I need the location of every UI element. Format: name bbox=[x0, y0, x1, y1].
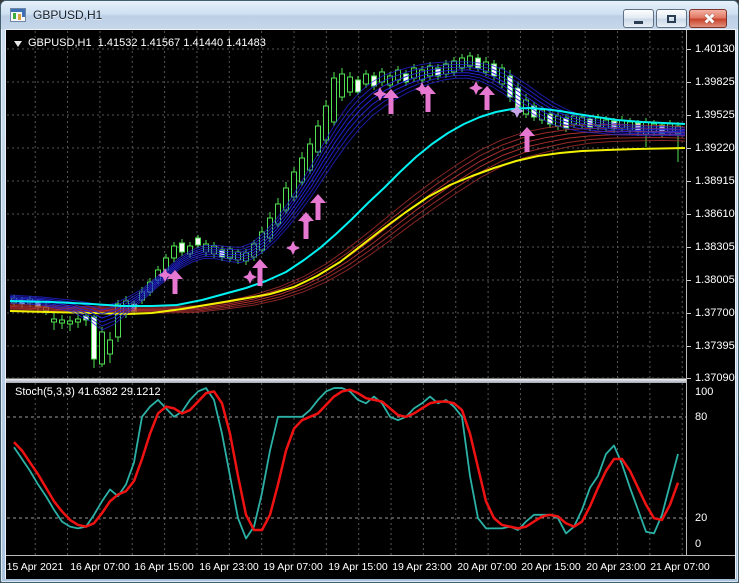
chevron-down-icon[interactable] bbox=[14, 40, 22, 47]
time-axis-label: 16 Apr 15:00 bbox=[134, 561, 194, 573]
candles-layer bbox=[11, 52, 681, 368]
maximize-icon bbox=[667, 14, 676, 23]
price-tick bbox=[687, 378, 691, 379]
chart-window: GBPUSD,H1 GBPUSD,H1 1.41532 1.41567 1.41… bbox=[0, 0, 739, 583]
price-axis-label: 1.38610 bbox=[695, 208, 735, 220]
close-button[interactable] bbox=[689, 9, 727, 28]
time-axis-label: 15 Apr 2021 bbox=[6, 561, 64, 573]
price-tick bbox=[687, 214, 691, 215]
price-tick bbox=[687, 49, 691, 50]
price-tick bbox=[687, 82, 691, 83]
price-axis[interactable]: 1.40130 1.39825 1.39525 1.39220 1.38915 1.386… bbox=[687, 30, 735, 555]
close-icon bbox=[703, 13, 714, 24]
up-arrow-icon bbox=[298, 212, 314, 239]
star-icon bbox=[286, 241, 300, 255]
price-tick bbox=[687, 280, 691, 281]
symbol-ohlc-text: GBPUSD,H1 1.41532 1.41567 1.41440 1.4148… bbox=[28, 37, 266, 49]
star-icon bbox=[243, 270, 257, 284]
price-axis-label: 1.39825 bbox=[695, 76, 735, 88]
time-axis-label: 21 Apr 07:00 bbox=[650, 561, 710, 573]
price-axis-label: 1.40130 bbox=[695, 43, 735, 55]
maximize-button[interactable] bbox=[656, 9, 687, 28]
time-axis-label: 20 Apr 07:00 bbox=[457, 561, 517, 573]
price-tick bbox=[687, 313, 691, 314]
main-price-chart[interactable] bbox=[7, 31, 686, 379]
price-tick bbox=[687, 181, 691, 182]
up-arrow-icon bbox=[479, 86, 495, 110]
titlebar[interactable]: GBPUSD,H1 bbox=[1, 1, 738, 29]
yellow-ma bbox=[9, 147, 686, 315]
price-tick bbox=[687, 115, 691, 116]
star-icon bbox=[373, 87, 387, 101]
stochastic-panel[interactable] bbox=[7, 383, 686, 555]
price-tick bbox=[687, 148, 691, 149]
window-controls bbox=[621, 9, 727, 28]
price-tick bbox=[687, 346, 691, 347]
minimize-button[interactable] bbox=[623, 9, 654, 28]
red-ma-ribbon bbox=[9, 124, 686, 314]
window-title: GBPUSD,H1 bbox=[33, 8, 103, 22]
stochastic-label: Stoch(5,3,3) 41.6382 29.1212 bbox=[15, 386, 161, 398]
stoch-signal-line bbox=[13, 387, 679, 540]
price-axis-label: 1.39220 bbox=[695, 142, 735, 154]
price-axis-label: 1.38305 bbox=[695, 241, 735, 253]
stoch-main-line bbox=[13, 388, 680, 532]
time-axis-label: 19 Apr 15:00 bbox=[328, 561, 388, 573]
stoch-axis-label: 100 bbox=[695, 386, 714, 398]
price-axis-label: 1.38915 bbox=[695, 175, 735, 187]
time-axis[interactable]: 15 Apr 2021 16 Apr 07:00 16 Apr 15:00 16 Ap… bbox=[6, 556, 735, 579]
price-axis-label: 1.37700 bbox=[695, 307, 735, 319]
stoch-axis-label: 0 bbox=[695, 538, 702, 550]
price-axis-label: 1.37395 bbox=[695, 340, 735, 352]
stoch-grid bbox=[7, 383, 686, 555]
chart-client-area: GBPUSD,H1 1.41532 1.41567 1.41440 1.4148… bbox=[5, 29, 736, 579]
time-axis-label: 16 Apr 07:00 bbox=[70, 561, 130, 573]
time-axis-label: 20 Apr 15:00 bbox=[521, 561, 581, 573]
stoch-axis-label: 20 bbox=[695, 512, 708, 524]
price-tick bbox=[687, 247, 691, 248]
stoch-axis-label: 80 bbox=[695, 411, 708, 423]
up-arrow-icon bbox=[383, 89, 399, 114]
price-axis-label: 1.37090 bbox=[695, 372, 735, 384]
time-axis-label: 16 Apr 23:00 bbox=[199, 561, 259, 573]
blue-ma-ribbon bbox=[9, 61, 686, 331]
minimize-icon bbox=[634, 21, 643, 24]
price-axis-label: 1.38005 bbox=[695, 274, 735, 286]
up-arrow-icon bbox=[310, 194, 326, 220]
time-axis-label: 19 Apr 23:00 bbox=[392, 561, 452, 573]
chart-icon bbox=[10, 8, 26, 22]
symbol-ohlc-label: GBPUSD,H1 1.41532 1.41567 1.41440 1.4148… bbox=[14, 37, 266, 49]
price-axis-label: 1.39525 bbox=[695, 109, 735, 121]
time-axis-label: 20 Apr 23:00 bbox=[586, 561, 646, 573]
time-axis-label: 19 Apr 07:00 bbox=[263, 561, 323, 573]
